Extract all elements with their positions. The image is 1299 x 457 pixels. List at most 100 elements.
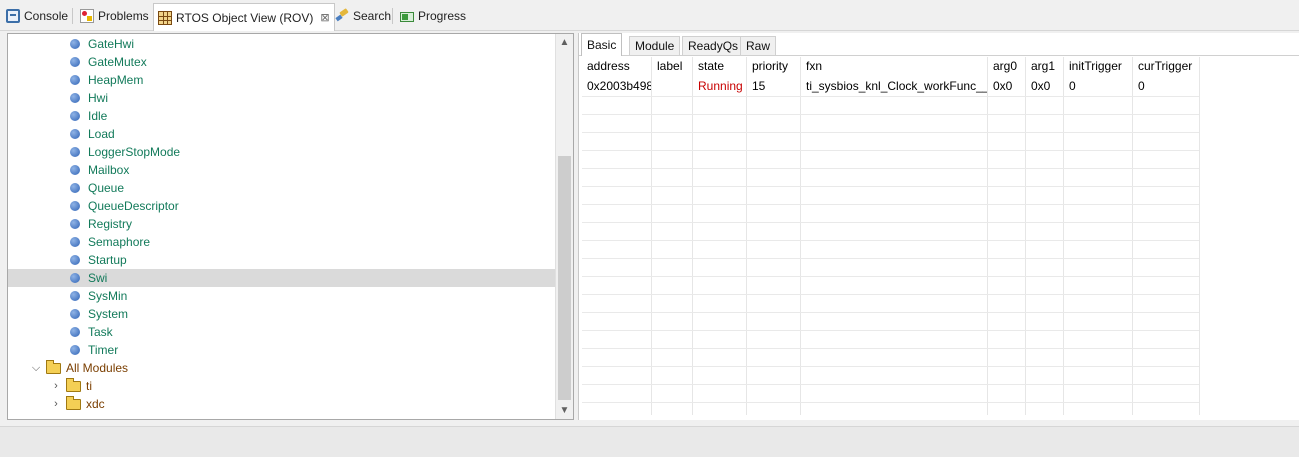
tab-basic[interactable]: Basic [581,33,623,56]
table-cell-arg0[interactable]: 0x0 [988,77,1025,95]
chevron-right-icon[interactable]: › [50,398,62,410]
scroll-up-icon[interactable]: ▲ [556,34,573,51]
tab-raw[interactable]: Raw [740,36,777,55]
grid-row-line [582,150,1199,151]
tab-search-label: Search [353,8,392,23]
tab-progress-label: Progress [418,8,467,23]
close-icon[interactable]: ⊠ [320,11,329,24]
scroll-down-icon[interactable]: ▼ [556,402,573,419]
column-header-state[interactable]: state [693,57,746,75]
module-bullet-icon [70,309,80,319]
tab-readyqs[interactable]: ReadyQs [682,36,745,55]
progress-icon [400,11,414,22]
tab-underline [579,55,1299,56]
module-tree: GateHwi GateMutex HeapMem Hwi Idle Load Logger… [7,33,574,420]
module-bullet-icon [70,255,80,265]
folder-icon [66,395,81,410]
table-cell-arg1[interactable]: 0x0 [1026,77,1063,95]
tree-item-hwi[interactable]: Hwi [8,89,556,107]
tree-item-xdc[interactable]: › xdc [8,395,556,413]
scrollbar-thumb[interactable] [558,156,571,400]
module-bullet-icon [70,147,80,157]
tree-item-timer[interactable]: Timer [8,341,556,359]
detail-tabs: Basic Module ReadyQs Raw [579,33,1299,56]
tree-item-queuedescriptor[interactable]: QueueDescriptor [8,197,556,215]
grid-column-line [692,57,693,415]
tab-problems[interactable]: Problems [76,4,153,27]
grid-row-line [582,222,1199,223]
column-header-label[interactable]: label [652,57,692,75]
column-header-priority[interactable]: priority [747,57,800,75]
module-bullet-icon [70,291,80,301]
grid-row-line [582,168,1199,169]
grid-row-line [582,132,1199,133]
tab-rov-label: RTOS Object View (ROV) [176,10,314,25]
module-bullet-icon [70,273,80,283]
tab-search[interactable]: Search [331,4,395,27]
tree-item-label: QueueDescriptor [88,199,179,213]
grid-column-line [987,57,988,415]
tree-item-label: System [88,307,129,321]
tree-item-label: HeapMem [88,73,144,87]
tree-item-task[interactable]: Task [8,323,556,341]
grid-row-line [582,240,1199,241]
table-cell-curtrigger[interactable]: 0 [1133,77,1199,95]
column-header-inittrigger[interactable]: initTrigger [1064,57,1132,75]
tree-item-registry[interactable]: Registry [8,215,556,233]
table-cell-label[interactable] [652,77,692,95]
tab-console[interactable]: Console [2,4,72,27]
column-header-fxn[interactable]: fxn [801,57,987,75]
grid-row-line [582,204,1199,205]
tree-item-label: LoggerStopMode [88,145,181,159]
table-cell-inittrigger[interactable]: 0 [1064,77,1132,95]
module-bullet-icon [70,129,80,139]
tree-item-gatehwi[interactable]: GateHwi [8,35,556,53]
tree-item-queue[interactable]: Queue [8,179,556,197]
tree-scrollbar[interactable]: ▲ ▼ [555,34,573,419]
tree-item-idle[interactable]: Idle [8,107,556,125]
module-bullet-icon [70,165,80,175]
grid-row-line [582,402,1199,403]
grid-column-line [651,57,652,415]
grid-row-line [582,366,1199,367]
tree-item-label: Task [88,325,113,339]
tree-item-loggerstopmode[interactable]: LoggerStopMode [8,143,556,161]
tree-item-swi[interactable]: Swi [8,269,556,287]
tree-item-mailbox[interactable]: Mailbox [8,161,556,179]
tree-item-label: Semaphore [88,235,151,249]
table-cell-fxn[interactable]: ti_sysbios_knl_Clock_workFunc__E [801,77,987,95]
table-cell-state[interactable]: Running [693,77,746,95]
column-header-address[interactable]: address [582,57,651,75]
tree-item-label: GateHwi [88,37,135,51]
tree-item-label: All Modules [66,361,129,375]
tab-progress[interactable]: Progress [396,4,470,27]
tree-item-semaphore[interactable]: Semaphore [8,233,556,251]
module-bullet-icon [70,219,80,229]
tree-item-ti[interactable]: › ti [8,377,556,395]
module-bullet-icon [70,183,80,193]
column-header-arg1[interactable]: arg1 [1026,57,1063,75]
grid-column-line [1025,57,1026,415]
grid-row-line [582,384,1199,385]
tab-module[interactable]: Module [629,36,681,55]
status-area [0,426,1299,457]
chevron-right-icon[interactable]: › [50,380,62,392]
tree-item-heapmem[interactable]: HeapMem [8,71,556,89]
column-header-arg0[interactable]: arg0 [988,57,1025,75]
chevron-down-icon[interactable]: ⌵ [30,362,42,375]
table-cell-address[interactable]: 0x2003b498 [582,77,651,95]
tree-item-system[interactable]: System [8,305,556,323]
tree-item-all-modules[interactable]: ⌵ All Modules [8,359,556,377]
module-bullet-icon [70,111,80,121]
table-cell-priority[interactable]: 15 [747,77,800,95]
folder-icon [66,377,81,392]
tab-rov[interactable]: RTOS Object View (ROV) ⊠ [153,3,335,31]
tree-item-load[interactable]: Load [8,125,556,143]
column-header-curtrigger[interactable]: curTrigger [1133,57,1199,75]
rov-grid-icon [158,10,172,25]
grid-row-line [582,330,1199,331]
tree-item-sysmin[interactable]: SysMin [8,287,556,305]
tree-item-startup[interactable]: Startup [8,251,556,269]
grid-column-line [1132,57,1133,415]
tree-item-gatemutex[interactable]: GateMutex [8,53,556,71]
